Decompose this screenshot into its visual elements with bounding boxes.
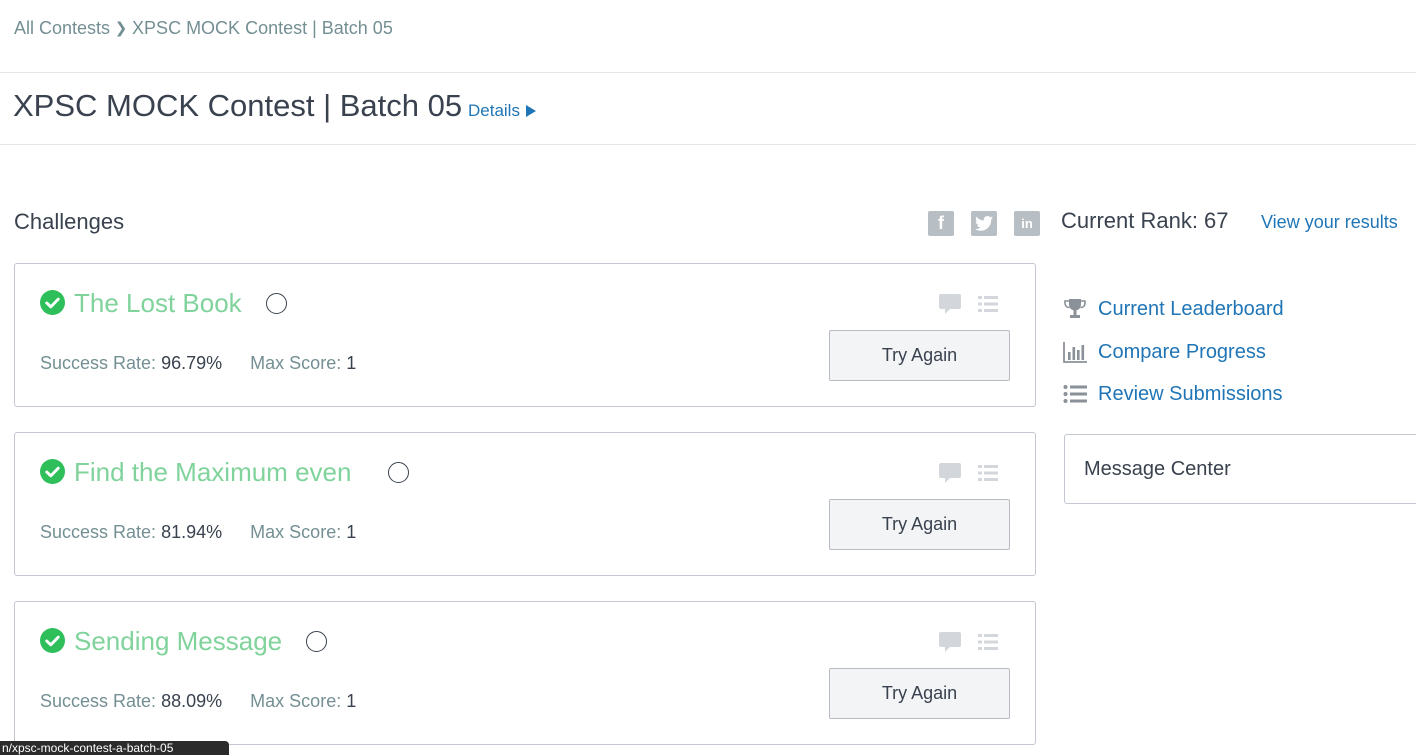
max-score-value: 1 [346,691,357,711]
twitter-icon[interactable] [971,211,997,236]
success-rate-label: Success Rate: [40,353,157,373]
list-icon[interactable] [977,294,999,314]
try-again-button[interactable]: Try Again [829,668,1010,719]
list-icon[interactable] [977,463,999,483]
current-rank: Current Rank: 67 [1061,208,1229,233]
discussion-icon[interactable] [938,293,962,315]
details-label: Details [468,101,520,120]
challenge-card: The Lost Book Success Rate: 96.79% Max S… [14,263,1036,407]
max-score-label: Max Score: [250,691,342,711]
max-score-value: 1 [346,353,357,373]
success-rate-label: Success Rate: [40,522,157,542]
current-leaderboard-link[interactable]: Current Leaderboard [1063,295,1284,323]
challenge-stats: Success Rate: 96.79% Max Score: 1 [40,353,356,374]
max-score-label: Max Score: [250,353,342,373]
success-rate-label: Success Rate: [40,691,157,711]
breadcrumb: All Contests ❯ XPSC MOCK Contest | Batch… [14,16,393,40]
details-link[interactable]: Details [468,101,536,121]
success-rate-value: 88.09% [161,691,223,711]
chevron-right-icon: ❯ [114,20,128,37]
check-circle-icon [40,290,65,315]
challenge-stats: Success Rate: 81.94% Max Score: 1 [40,522,356,543]
breadcrumb-all-contests[interactable]: All Contests [14,18,110,39]
max-score-value: 1 [346,522,357,542]
challenges-heading: Challenges [14,209,125,234]
divider [0,144,1416,145]
try-again-button[interactable]: Try Again [829,330,1010,381]
challenge-stats: Success Rate: 88.09% Max Score: 1 [40,691,356,712]
message-center-panel[interactable]: Message Center [1064,434,1416,504]
divider [0,72,1416,73]
check-circle-icon [40,459,65,484]
bookmark-circle-icon[interactable] [388,462,409,483]
check-circle-icon [40,628,65,653]
facebook-icon[interactable]: f [928,211,954,236]
review-submissions-label: Review Submissions [1098,382,1283,405]
challenge-title[interactable]: The Lost Book [74,288,242,319]
play-arrow-icon [525,105,536,117]
bar-chart-icon [1063,342,1087,363]
bookmark-circle-icon[interactable] [266,293,287,314]
challenge-card: Find the Maximum even Success Rate: 81.9… [14,432,1036,576]
view-results-link[interactable]: View your results [1261,212,1398,233]
current-leaderboard-label: Current Leaderboard [1098,297,1284,320]
discussion-icon[interactable] [938,631,962,653]
challenge-card: Sending Message Success Rate: 88.09% Max… [14,601,1036,745]
trophy-icon [1064,299,1086,318]
success-rate-value: 81.94% [161,522,223,542]
max-score-label: Max Score: [250,522,342,542]
review-submissions-link[interactable]: Review Submissions [1063,380,1283,408]
list-icon [1063,385,1087,403]
compare-progress-link[interactable]: Compare Progress [1063,338,1266,366]
compare-progress-label: Compare Progress [1098,340,1266,363]
bookmark-circle-icon[interactable] [306,631,327,652]
status-bar-url: n/xpsc-mock-contest-a-batch-05 [0,741,229,755]
page-title: XPSC MOCK Contest | Batch 05 [13,88,463,123]
breadcrumb-current-contest[interactable]: XPSC MOCK Contest | Batch 05 [132,18,393,39]
list-icon[interactable] [977,632,999,652]
discussion-icon[interactable] [938,462,962,484]
success-rate-value: 96.79% [161,353,223,373]
message-center-title: Message Center [1084,458,1231,480]
challenge-title[interactable]: Find the Maximum even [74,457,351,488]
linkedin-icon[interactable]: in [1014,211,1040,236]
challenge-title[interactable]: Sending Message [74,626,282,657]
try-again-button[interactable]: Try Again [829,499,1010,550]
